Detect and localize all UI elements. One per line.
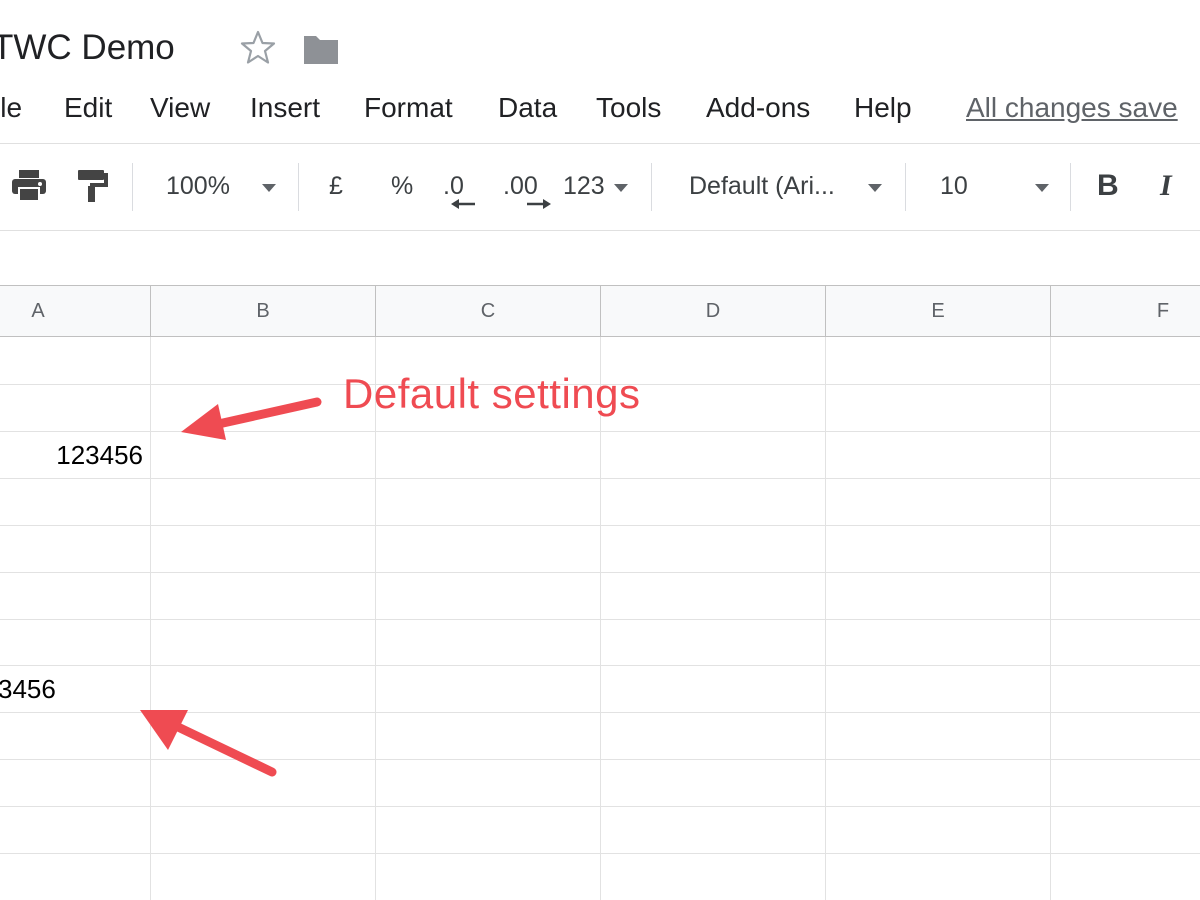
column-divider[interactable] xyxy=(825,285,826,337)
document-title[interactable]: TWC Demo xyxy=(0,26,175,70)
toolbar-separator xyxy=(132,163,133,211)
column-header-b[interactable]: B xyxy=(151,285,375,337)
toolbar-separator xyxy=(298,163,299,211)
annotation-label: Default settings xyxy=(343,370,641,417)
paint-format-icon[interactable] xyxy=(76,168,110,204)
column-header-a[interactable]: A xyxy=(0,285,76,337)
menu-format[interactable]: Format xyxy=(364,88,453,128)
column-header-e[interactable]: E xyxy=(826,285,1050,337)
toolbar-separator xyxy=(651,163,652,211)
chevron-down-icon[interactable] xyxy=(1033,182,1051,194)
bold-button[interactable]: B xyxy=(1097,168,1119,204)
font-size-select[interactable]: 10 xyxy=(940,168,968,204)
column-header-c[interactable]: C xyxy=(376,285,600,337)
folder-icon[interactable] xyxy=(302,32,340,66)
arrow-right-icon xyxy=(527,199,551,209)
menu-data[interactable]: Data xyxy=(498,88,557,128)
print-icon[interactable] xyxy=(10,168,48,204)
font-family-select[interactable]: Default (Ari... xyxy=(689,168,835,204)
chevron-down-icon[interactable] xyxy=(866,182,884,194)
chevron-down-icon[interactable] xyxy=(612,182,630,194)
italic-button[interactable]: I xyxy=(1160,168,1172,204)
cell-a3[interactable]: 123456 xyxy=(0,438,143,472)
save-status-link[interactable]: All changes save xyxy=(966,88,1178,128)
decrease-decimal-button[interactable]: .0 xyxy=(443,168,483,214)
grid-line xyxy=(0,572,1200,573)
toolbar-top-border xyxy=(0,143,1200,144)
toolbar-separator xyxy=(905,163,906,211)
menu-add-ons[interactable]: Add-ons xyxy=(706,88,810,128)
grid-line xyxy=(0,853,1200,854)
more-formats-button[interactable]: 123 xyxy=(563,168,605,204)
grid-line xyxy=(0,806,1200,807)
arrow-left-icon xyxy=(451,199,475,209)
currency-format-button[interactable]: £ xyxy=(329,168,343,204)
toolbar-bottom-border xyxy=(0,230,1200,231)
grid-line xyxy=(0,478,1200,479)
menu-tools[interactable]: Tools xyxy=(596,88,661,128)
column-divider[interactable] xyxy=(150,285,151,337)
percent-format-button[interactable]: % xyxy=(391,168,413,204)
star-icon[interactable] xyxy=(238,28,278,68)
chevron-down-icon[interactable] xyxy=(260,182,278,194)
column-divider[interactable] xyxy=(375,285,376,337)
grid-line xyxy=(0,665,1200,666)
cell-a8[interactable]: 3456 xyxy=(0,672,56,706)
grid-line xyxy=(0,619,1200,620)
toolbar-separator xyxy=(1070,163,1071,211)
menu-view[interactable]: View xyxy=(150,88,210,128)
column-header-f[interactable]: F xyxy=(1051,285,1200,337)
menu-edit[interactable]: Edit xyxy=(64,88,112,128)
grid-line xyxy=(0,525,1200,526)
menu-file[interactable]: ile xyxy=(0,88,22,128)
annotation-arrow-icon xyxy=(181,397,322,440)
menu-insert[interactable]: Insert xyxy=(250,88,320,128)
menu-help[interactable]: Help xyxy=(854,88,912,128)
column-divider[interactable] xyxy=(600,285,601,337)
column-divider[interactable] xyxy=(1050,285,1051,337)
zoom-select[interactable]: 100% xyxy=(166,168,230,204)
column-header-d[interactable]: D xyxy=(601,285,825,337)
increase-decimal-button[interactable]: .00 xyxy=(503,168,553,214)
annotation-arrow-icon xyxy=(140,710,277,777)
